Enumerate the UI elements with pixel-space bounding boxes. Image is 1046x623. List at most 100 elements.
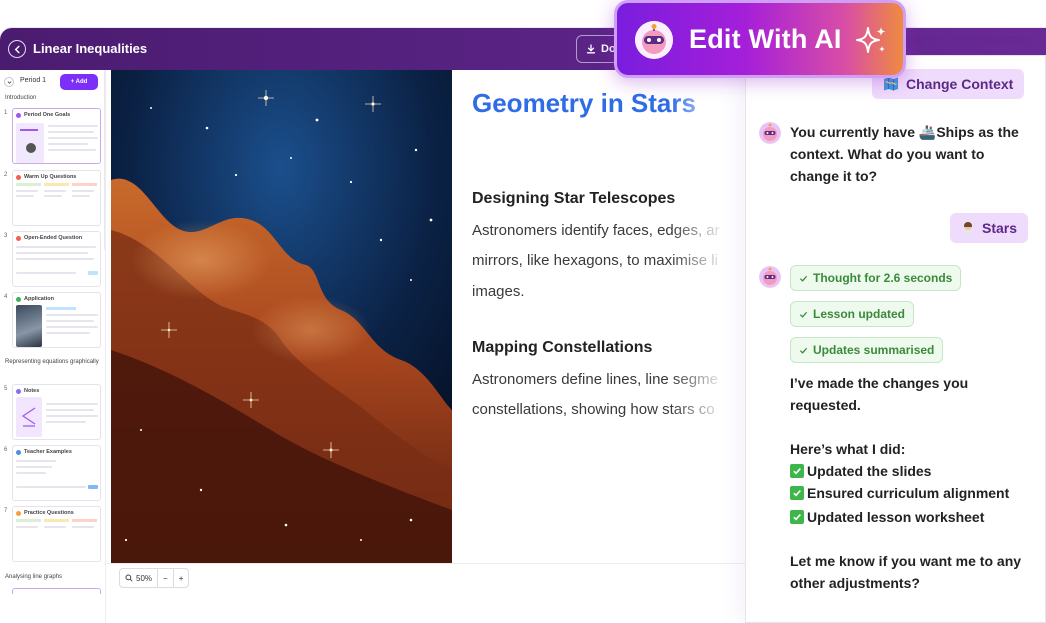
question-icon [16,235,21,241]
slide-thumbnail-title: Open-Ended Question [16,235,82,241]
teacher-icon [16,449,21,455]
did-item-text: Updated the slides [807,463,932,479]
slide-title-text: Teacher Examples [24,449,72,455]
slide-sidebar: Period 1 + Add Introduction 1 Period One… [0,70,106,623]
status-thought: Thought for 2.6 seconds [790,265,962,291]
chevron-left-icon [14,45,20,53]
slide-thumbnail-title: Warm Up Questions [16,174,76,180]
slide-thumbnail[interactable]: Application [12,292,101,348]
canvas-toolbar: 50% − + [107,563,747,623]
add-slide-button[interactable]: + Add [60,74,98,90]
message-line: requested. [790,397,861,413]
nebula-image [111,70,452,563]
thumbnail-content [16,397,98,437]
chevron-down-icon[interactable] [4,77,14,87]
zoom-level-value: 50% [136,573,153,583]
edit-with-ai-button[interactable]: Edit With AI [614,0,906,78]
slide-number: 3 [4,233,8,239]
user-reply-text: Stars [982,220,1018,236]
ai-chat-panel: Change Context You currently have 🚢Ships… [745,55,1046,623]
did-item-text: Updated lesson worksheet [807,509,985,525]
status-updates-summarised: Updates summarised [790,337,944,363]
check-icon [799,275,808,282]
ai-robot-icon [635,21,673,59]
message-line: Let me know if you want me to any [790,553,1022,569]
slide-thumbnail[interactable]: Practice Questions [12,506,101,562]
slide-title-text: Period One Goals [24,112,71,118]
period-label: Period 1 [20,77,47,84]
period-selector[interactable]: Period 1 + Add [4,74,102,90]
slide-thumbnail-title: Practice Questions [16,510,74,516]
section-heading-constellations: Mapping Constellations [472,339,653,356]
slide-thumbnail[interactable]: Teacher Examples [12,445,101,501]
slide-title-text: Warm Up Questions [24,174,77,180]
thumbnail-content [16,458,98,497]
thumbnail-content [16,305,98,347]
fire-icon [16,174,21,180]
thumbnail-content [16,121,98,163]
slide-number: 4 [4,294,8,300]
slide-thumbnail[interactable]: Notes [12,384,101,440]
did-item: Updated lesson worksheet [790,509,984,525]
slide-thumbnail[interactable]: Open-Ended Question [12,231,101,287]
slide-title-text: Open-Ended Question [24,235,83,241]
check-icon [799,347,808,354]
download-icon [586,44,596,54]
check-icon [799,311,808,318]
slide-heading: Geometry in Stars [472,88,696,118]
slide-canvas: Geometry in Stars Designing Star Telesco… [111,70,751,563]
slide-number: 5 [4,386,8,392]
did-item: Updated the slides [790,463,931,479]
slide-thumbnail-title: Notes [16,388,39,394]
message-line: other adjustments? [790,575,920,591]
zoom-in-button[interactable]: + [174,569,189,587]
slide-thumbnail-title: Period One Goals [16,112,70,118]
ai-message-closing: Let me know if you want me to any other … [790,550,1021,594]
slide-thumbnail-title: Teacher Examples [16,449,72,455]
slide-title-text: Notes [24,388,40,394]
zoom-level[interactable]: 50% [120,569,159,587]
back-button[interactable] [8,40,26,58]
status-text: Lesson updated [813,307,906,321]
stage: Linear Inequalities Do Period 1 + Add In… [0,0,1046,623]
zoom-control: 50% − + [119,568,190,588]
checkmark-icon [790,464,804,478]
checkmark-icon [790,486,804,500]
thumbnail-content [16,244,98,283]
sparkle-icon [856,27,886,53]
pencil-icon [16,510,21,516]
edit-with-ai-label: Edit With AI [689,24,842,54]
checkmark-icon [790,510,804,524]
did-heading: Here’s what I did: [790,441,906,457]
notes-icon [16,388,21,394]
slide-item-8[interactable] [12,588,101,594]
search-icon [125,574,133,582]
message-line: I’ve made the changes you [790,375,969,391]
slide-title-text: Practice Questions [24,510,74,516]
section-analysing: Analysing line graphs [5,574,63,580]
ai-message-reply: I’ve made the changes you requested. [790,372,968,416]
message-line: You currently have 🚢Ships as the [790,124,1019,140]
zoom-out-button[interactable]: − [158,569,174,587]
sidebar-scrollbar[interactable] [104,70,105,250]
slide-number: 7 [4,508,8,514]
section-heading-telescopes: Designing Star Telescopes [472,190,676,207]
status-text: Updates summarised [813,343,935,357]
thumbnail-content [16,183,97,222]
slide-number: 2 [4,172,8,178]
slide-thumbnail-title: Application [16,296,54,302]
paragraph-line: images. [472,283,525,300]
thumbnail-content [16,519,97,558]
section-introduction: Introduction [5,95,37,101]
did-item-text: Ensured curriculum alignment [807,485,1010,501]
panel-fade-overlay [671,70,751,563]
slide-thumbnail[interactable]: Period One Goals [12,108,101,164]
change-context-label: Change Context [906,76,1014,92]
section-representing: Representing equations graphically [5,359,99,365]
lesson-title: Linear Inequalities [33,41,148,56]
slide-thumbnail[interactable]: Warm Up Questions [12,170,101,226]
user-reply-bubble: Stars [950,213,1029,243]
astronaut-icon [963,222,973,235]
map-icon [884,77,898,91]
ai-message-context: You currently have 🚢Ships as the context… [790,121,1019,187]
